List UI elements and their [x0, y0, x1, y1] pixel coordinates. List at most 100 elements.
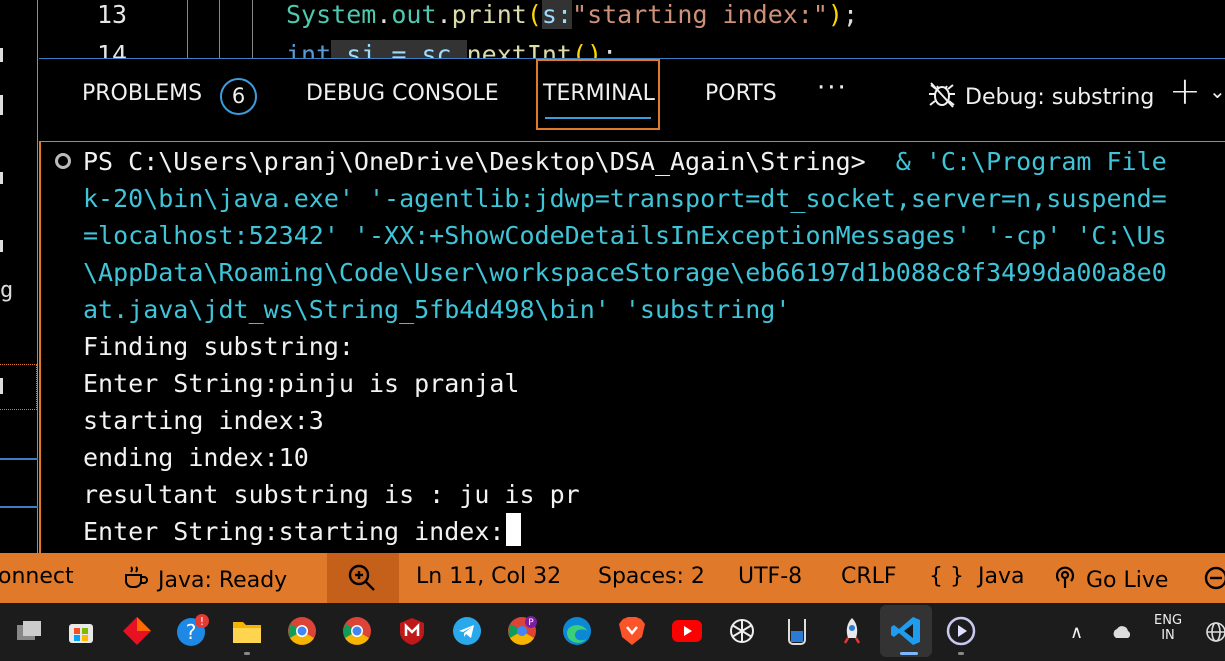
terminal-prompt-text: Enter String:starting index:	[83, 517, 505, 546]
diamond-app-icon[interactable]	[120, 614, 154, 648]
terminal-line: \AppData\Roaming\Code\User\workspaceStor…	[83, 258, 1167, 287]
code-token: s:	[541, 0, 573, 29]
code-line[interactable]: System.out.print(s:"starting index:");	[286, 0, 858, 29]
help-app-icon[interactable]: ?!	[175, 614, 209, 648]
terminal-line: k-20\bin\java.exe' '-agentlib:jdwp=trans…	[83, 184, 1167, 213]
selected-tree-item[interactable]	[0, 364, 37, 410]
code-token: "starting index:"	[572, 0, 828, 29]
code-token: )	[827, 0, 843, 29]
explorer-sidebar-edge: g	[0, 0, 38, 553]
cloud-icon[interactable]	[1110, 621, 1134, 645]
chatgpt-icon[interactable]	[725, 614, 759, 648]
terminal-output[interactable]: PS C:\Users\pranj\OneDrive\Desktop\DSA_A…	[39, 142, 1225, 553]
status-eol[interactable]: CRLF	[841, 564, 897, 589]
tab-terminal[interactable]: TERMINAL	[543, 81, 655, 106]
tab-problems[interactable]: PROBLEMS	[82, 81, 202, 106]
bug-icon	[925, 77, 959, 117]
code-token: ()	[571, 40, 603, 58]
language-code: ENG	[1154, 613, 1183, 628]
globe-icon[interactable]	[1205, 621, 1225, 647]
running-indicator	[244, 652, 250, 655]
tab-ports[interactable]: PORTS	[705, 81, 777, 106]
terminal-line: resultant substring is : ju is pr	[83, 480, 580, 509]
chevron-down-icon[interactable]: ⌄	[1209, 79, 1225, 103]
code-token: ;	[842, 0, 859, 29]
tree-indent-mark	[0, 240, 3, 252]
file-explorer-icon[interactable]	[230, 614, 264, 648]
code-token: si = sc.	[331, 40, 467, 58]
tree-indent-mark	[0, 378, 3, 394]
status-indentation[interactable]: Spaces: 2	[598, 564, 705, 589]
chrome-profile-p-icon[interactable]: P	[505, 614, 539, 648]
microsoft-store-icon[interactable]	[64, 614, 98, 648]
running-indicator	[958, 652, 964, 655]
indent-guide	[187, 0, 188, 58]
chrome-icon[interactable]	[285, 614, 319, 648]
terminal-line: starting index:3	[83, 406, 324, 435]
debug-config-label: Debug: substring	[965, 84, 1155, 110]
status-go-live[interactable]: Go Live	[1052, 564, 1168, 596]
broadcast-icon	[1052, 564, 1078, 596]
task-view-icon[interactable]	[12, 614, 46, 648]
status-encoding[interactable]: UTF-8	[738, 564, 802, 589]
terminal-line: =localhost:52342' '-XX:+ShowCodeDetailsI…	[83, 221, 1167, 250]
command-text: & 'C:\Program File	[865, 147, 1167, 176]
status-bar: onnect Java: Ready Ln 11, Col 32 Spaces:…	[0, 553, 1225, 603]
code-token: nextInt	[466, 40, 572, 58]
status-java[interactable]: Java: Ready	[122, 564, 287, 596]
beaker-app-icon[interactable]	[780, 614, 814, 648]
zoom-in-icon	[347, 563, 377, 599]
chrome-profile-icon[interactable]	[340, 614, 374, 648]
indent-guide	[252, 0, 253, 58]
code-token: out	[391, 0, 437, 29]
terminal-cursor	[506, 513, 522, 546]
code-editor[interactable]: 13 System.out.print(s:"starting index:")…	[39, 0, 1225, 58]
problems-count-badge: 6	[220, 78, 257, 115]
file-name-fragment: g	[0, 278, 14, 303]
debug-session-selector[interactable]: Debug: substring	[925, 77, 1154, 117]
telegram-icon[interactable]	[450, 614, 484, 648]
zoom-indicator[interactable]	[327, 553, 399, 603]
panel-tab-bar: PROBLEMS 6 DEBUG CONSOLE TERMINAL PORTS …	[39, 58, 1225, 142]
code-token: .	[376, 0, 392, 29]
more-actions-icon[interactable]: ···	[817, 73, 848, 103]
status-cursor-position[interactable]: Ln 11, Col 32	[416, 564, 561, 589]
shell-prompt: PS C:\Users\pranj\OneDrive\Desktop\DSA_A…	[83, 147, 866, 176]
code-token: (	[526, 0, 542, 29]
tree-indent-mark	[0, 95, 3, 115]
youtube-icon[interactable]	[670, 614, 704, 648]
coffee-cup-icon	[122, 564, 150, 596]
java-status-label: Java: Ready	[158, 567, 288, 593]
brave-icon[interactable]	[615, 614, 649, 648]
windows-taskbar: ?! P ∧ ENG IN	[0, 603, 1225, 661]
terminal-line: Finding substring:	[83, 332, 354, 361]
media-player-icon[interactable]	[944, 614, 978, 648]
active-tab-indicator	[545, 117, 651, 119]
terminal-input-line[interactable]: Enter String:starting index:	[83, 513, 522, 550]
rocket-app-icon[interactable]	[835, 614, 869, 648]
tab-debug-console[interactable]: DEBUG CONSOLE	[306, 81, 499, 106]
command-status-icon	[55, 153, 71, 169]
mcafee-icon[interactable]	[395, 614, 429, 648]
tree-indent-mark	[0, 48, 3, 62]
code-token: System	[286, 0, 377, 29]
status-remote-connect[interactable]: onnect	[0, 564, 74, 589]
chevron-up-icon[interactable]: ∧	[1070, 622, 1083, 643]
vscode-icon[interactable]	[889, 614, 923, 648]
active-indicator	[900, 652, 918, 655]
section-divider	[0, 506, 38, 508]
line-number: 14	[97, 40, 128, 58]
notifications-icon[interactable]	[1202, 564, 1225, 592]
input-language[interactable]: ENG IN	[1154, 613, 1182, 643]
svg-text:?: ?	[186, 620, 197, 644]
status-language-mode[interactable]: { } Java	[929, 564, 1024, 589]
new-terminal-icon[interactable]: +	[1169, 69, 1201, 113]
region-code: IN	[1161, 628, 1175, 643]
tree-indent-mark	[0, 172, 3, 184]
code-token: .	[436, 0, 452, 29]
code-token: ;	[602, 40, 618, 58]
line-number: 13	[97, 0, 128, 29]
code-line[interactable]: int si = sc.nextInt();	[286, 40, 617, 58]
svg-text:!: !	[200, 615, 204, 628]
edge-icon[interactable]	[560, 614, 594, 648]
